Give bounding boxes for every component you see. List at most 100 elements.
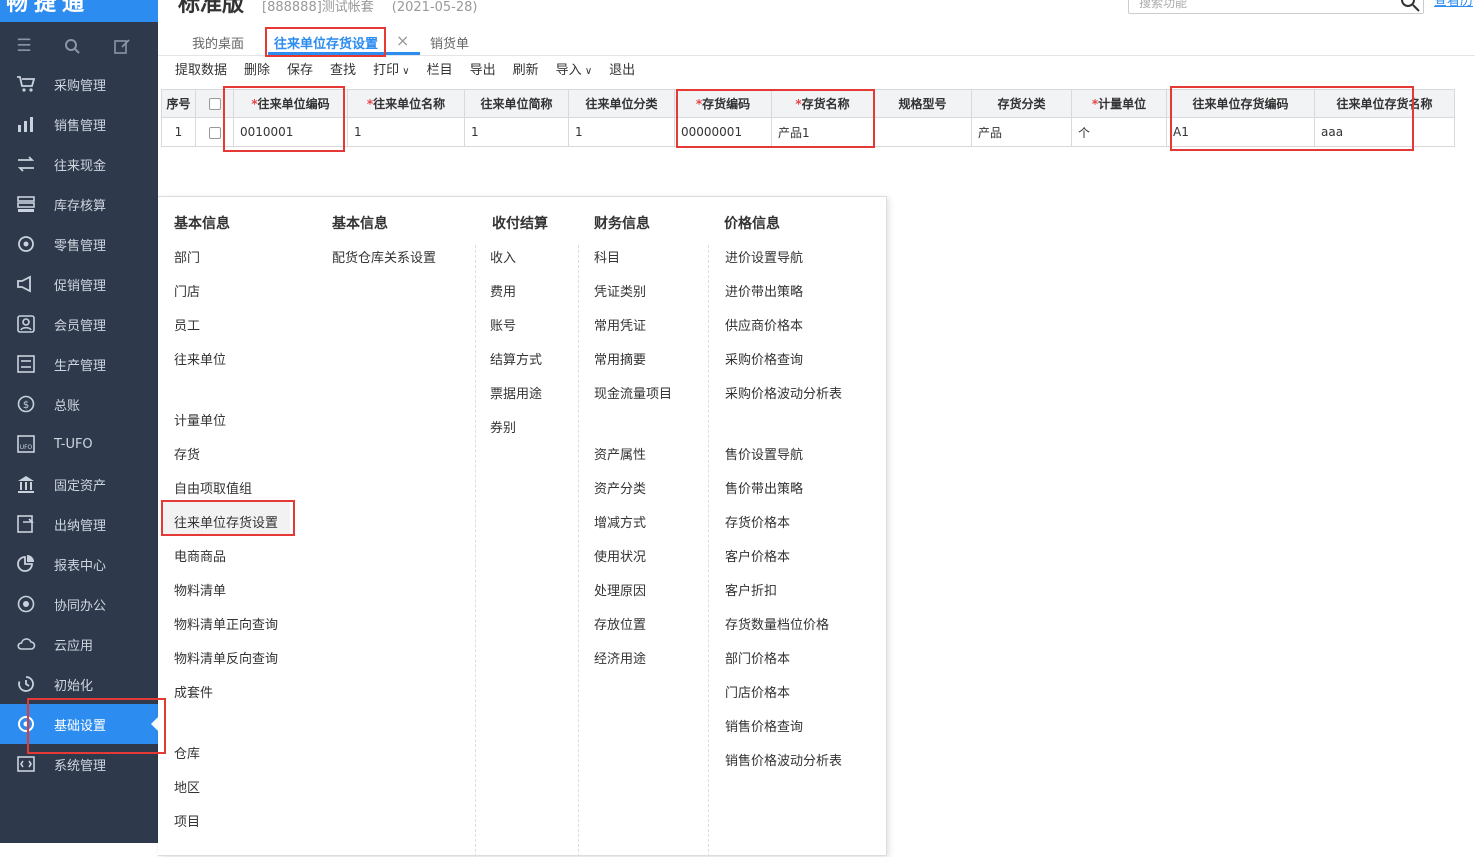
menu-item[interactable]: 存货数量档位价格 [725, 614, 829, 633]
toolbar-button[interactable]: 导出 [470, 60, 496, 82]
column-header[interactable]: 规格型号 [873, 89, 972, 118]
menu-item[interactable]: 存货价格本 [725, 512, 790, 531]
menu-item[interactable]: 往来单位 [174, 349, 226, 368]
column-header[interactable]: 往来单位分类 [568, 89, 675, 118]
column-header[interactable]: *往来单位名称 [347, 89, 465, 118]
menu-icon[interactable]: ☰ [14, 36, 34, 56]
toolbar-button[interactable]: 查找 [330, 60, 356, 82]
sidebar-item-megaphone[interactable]: 促销管理 [0, 264, 158, 304]
row-checkbox[interactable] [208, 126, 221, 139]
menu-item[interactable]: 进价设置导航 [725, 247, 803, 266]
menu-item[interactable]: 客户价格本 [725, 546, 790, 565]
menu-item[interactable]: 结算方式 [490, 349, 542, 368]
menu-item[interactable]: 处理原因 [594, 580, 646, 599]
menu-item[interactable]: 科目 [594, 247, 620, 266]
table-cell[interactable]: 1 [161, 117, 196, 147]
menu-item[interactable]: 常用摘要 [594, 349, 646, 368]
column-header[interactable]: *计量单位 [1071, 89, 1167, 118]
menu-item[interactable]: 售价带出策略 [725, 478, 803, 497]
toolbar-button[interactable]: 打印 ∨ [373, 60, 410, 82]
toolbar-button[interactable]: 保存 [287, 60, 313, 82]
sidebar-item-cart[interactable]: 采购管理 [0, 64, 158, 104]
menu-item[interactable]: 配货仓库关系设置 [332, 247, 436, 266]
menu-item[interactable]: 部门价格本 [725, 648, 790, 667]
menu-item[interactable]: 存放位置 [594, 614, 646, 633]
menu-item[interactable]: 进价带出策略 [725, 281, 803, 300]
menu-item[interactable]: 电商商品 [174, 546, 226, 565]
menu-item[interactable]: 供应商价格本 [725, 315, 803, 334]
menu-item[interactable]: 地区 [174, 777, 200, 796]
sidebar-item-ufo[interactable]: UFO T-UFO [0, 424, 158, 464]
menu-item[interactable]: 门店价格本 [725, 682, 790, 701]
menu-item[interactable]: 部门 [174, 247, 200, 266]
menu-item[interactable]: 计量单位 [174, 410, 226, 429]
select-all-checkbox[interactable] [208, 98, 221, 110]
menu-item[interactable]: 自由项取值组 [174, 478, 252, 497]
toolbar-button[interactable]: 删除 [244, 60, 270, 82]
table-cell[interactable]: 1 [568, 117, 675, 147]
menu-item[interactable]: 员工 [174, 315, 200, 334]
menu-item[interactable]: 物料清单 [174, 580, 226, 599]
table-cell[interactable]: 1 [347, 117, 465, 147]
menu-item[interactable]: 客户折扣 [725, 580, 777, 599]
menu-item[interactable]: 门店 [174, 281, 200, 300]
menu-item[interactable]: 物料清单正向查询 [174, 614, 278, 633]
svg-text:$: $ [23, 400, 29, 411]
menu-item[interactable]: 经济用途 [594, 648, 646, 667]
sidebar-item-production[interactable]: 生产管理 [0, 344, 158, 384]
tab-sales-order[interactable]: 销货单 [430, 33, 469, 52]
menu-item[interactable]: 现金流量项目 [594, 383, 672, 402]
close-icon[interactable]: × [396, 31, 409, 50]
menu-item[interactable]: 售价设置导航 [725, 444, 803, 463]
tab-desktop[interactable]: 我的桌面 [192, 33, 244, 52]
sidebar-item-cashier[interactable]: 出纳管理 [0, 504, 158, 544]
menu-item[interactable]: 物料清单反向查询 [174, 648, 278, 667]
edit-icon[interactable] [112, 36, 132, 56]
menu-item[interactable]: 项目 [174, 811, 200, 830]
sidebar-item-collab[interactable]: 协同办公 [0, 584, 158, 624]
menu-item[interactable]: 成套件 [174, 682, 213, 701]
menu-item[interactable]: 券别 [490, 417, 516, 436]
function-search-input[interactable]: 搜索功能 [1128, 0, 1424, 14]
menu-item[interactable]: 费用 [490, 281, 516, 300]
toolbar-button[interactable]: 刷新 [513, 60, 539, 82]
toolbar-button[interactable]: 提取数据 [175, 60, 227, 82]
table-cell[interactable] [873, 117, 972, 147]
search-icon[interactable] [1400, 0, 1420, 12]
table-cell[interactable]: 个 [1071, 117, 1167, 147]
menu-item[interactable]: 仓库 [174, 743, 200, 762]
sidebar-item-cloud[interactable]: 云应用 [0, 624, 158, 664]
column-header[interactable]: 序号 [161, 89, 196, 118]
menu-item[interactable]: 销售价格波动分析表 [725, 750, 842, 769]
table-cell[interactable]: 产品 [971, 117, 1072, 147]
menu-item[interactable]: 常用凭证 [594, 315, 646, 334]
menu-item[interactable]: 销售价格查询 [725, 716, 803, 735]
menu-item[interactable]: 使用状况 [594, 546, 646, 565]
sidebar-item-exchange[interactable]: 往来现金 [0, 144, 158, 184]
header-link[interactable]: 查看历 [1434, 0, 1473, 9]
sidebar-item-inventory[interactable]: 库存核算 [0, 184, 158, 224]
toolbar-button[interactable]: 导入 ∨ [556, 60, 593, 82]
sidebar-item-pie-chart[interactable]: 报表中心 [0, 544, 158, 584]
menu-item[interactable]: 票据用途 [490, 383, 542, 402]
menu-item[interactable]: 增减方式 [594, 512, 646, 531]
toolbar-button[interactable]: 栏目 [427, 60, 453, 82]
sidebar-item-ledger[interactable]: $ 总账 [0, 384, 158, 424]
column-header[interactable]: 往来单位简称 [464, 89, 569, 118]
menu-item[interactable]: 采购价格波动分析表 [725, 383, 842, 402]
menu-item[interactable]: 账号 [490, 315, 516, 334]
sidebar-item-member[interactable]: 会员管理 [0, 304, 158, 344]
sidebar-item-bank[interactable]: 固定资产 [0, 464, 158, 504]
menu-item[interactable]: 采购价格查询 [725, 349, 803, 368]
sidebar-item-bar-chart[interactable]: 销售管理 [0, 104, 158, 144]
menu-item[interactable]: 收入 [490, 247, 516, 266]
table-cell[interactable]: 1 [464, 117, 569, 147]
menu-item[interactable]: 存货 [174, 444, 200, 463]
menu-item[interactable]: 资产分类 [594, 478, 646, 497]
search-icon[interactable] [62, 36, 82, 56]
column-header[interactable]: 存货分类 [971, 89, 1072, 118]
sidebar-item-retail[interactable]: 零售管理 [0, 224, 158, 264]
menu-item[interactable]: 资产属性 [594, 444, 646, 463]
menu-item[interactable]: 凭证类别 [594, 281, 646, 300]
toolbar-button[interactable]: 退出 [609, 60, 635, 82]
